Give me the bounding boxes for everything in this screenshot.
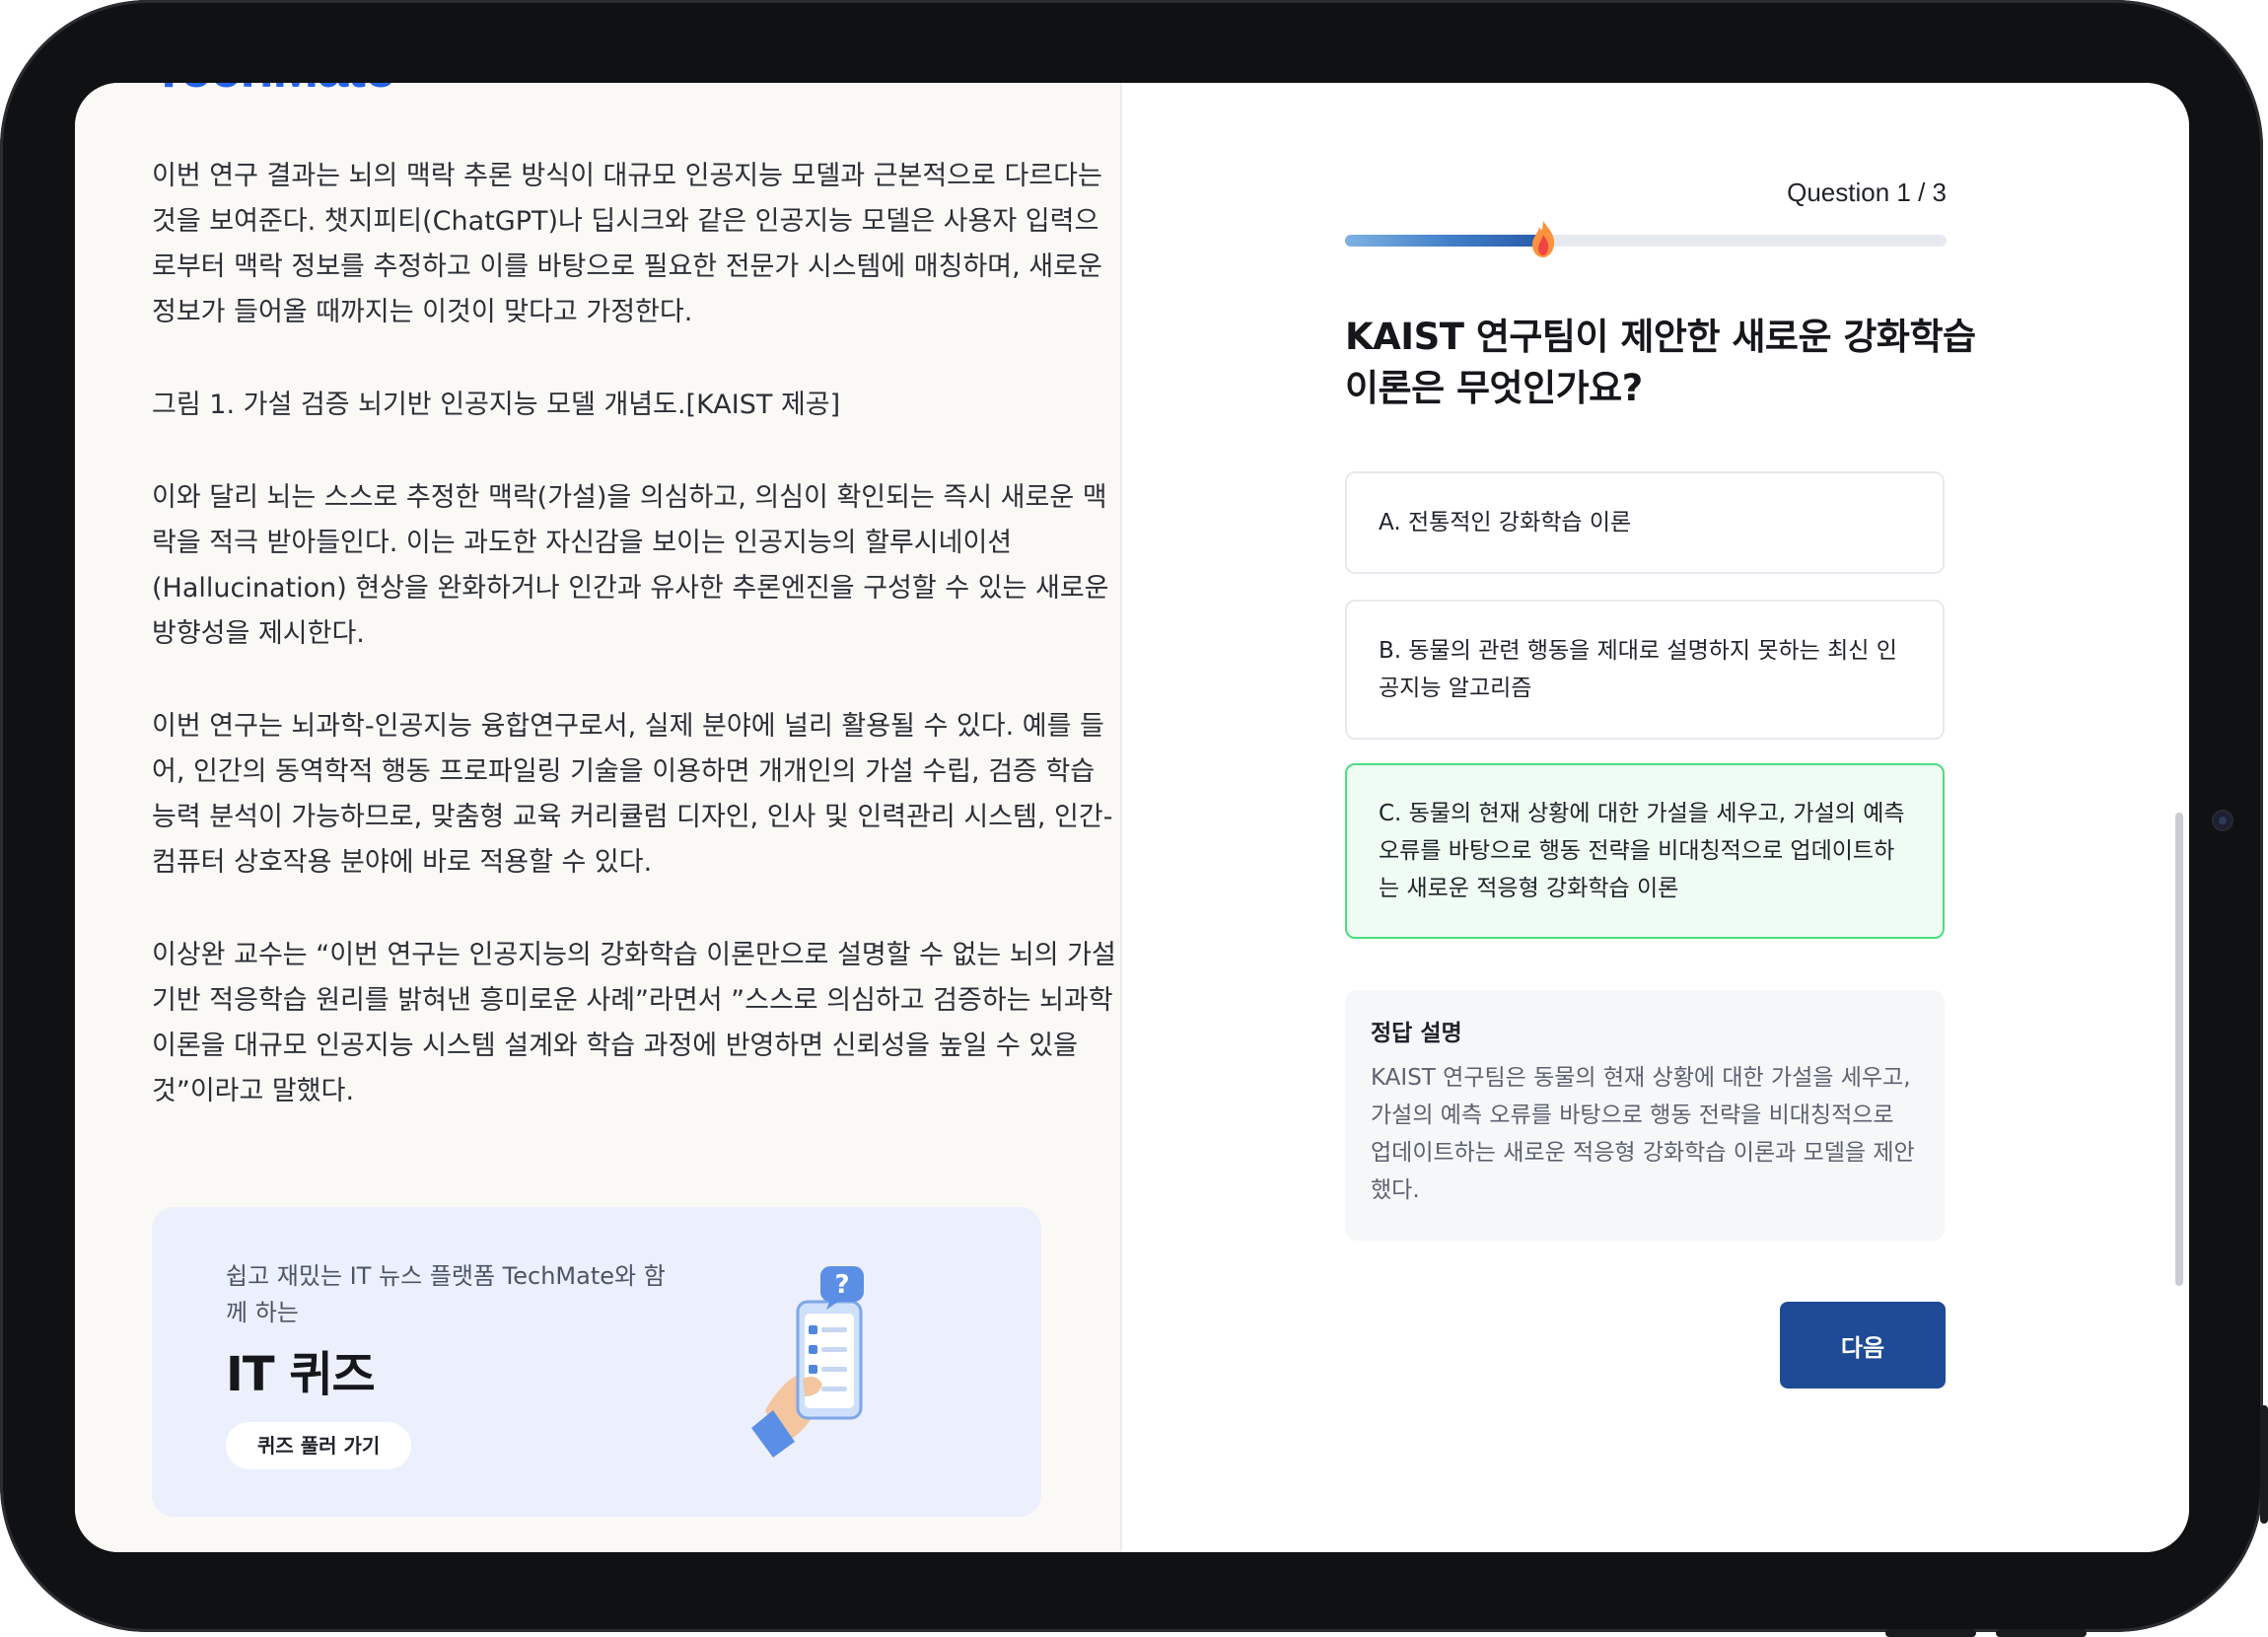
quiz-pane: Question 1 / 3 KAIST 연구팀이 제안한 새로운 강화학습 이… (1122, 83, 2189, 1552)
volume-button (1885, 1629, 1976, 1637)
answer-option-c[interactable]: C. 동물의 현재 상황에 대한 가설을 세우고, 가설의 예측 오류를 바탕으… (1345, 763, 1945, 939)
answer-explanation: 정답 설명 KAIST 연구팀은 동물의 현재 상황에 대한 가설을 세우고, … (1345, 990, 1945, 1241)
flame-icon (1532, 221, 1555, 257)
option-label: C. 동물의 현재 상황에 대한 가설을 세우고, 가설의 예측 오류를 바탕으… (1379, 801, 1905, 901)
screen: TechMate 이번 연구 결과는 뇌의 맥락 추론 방식이 대규모 인공지능… (75, 83, 2189, 1552)
progress-fill (1345, 235, 1544, 247)
article-paragraph: 이번 연구 결과는 뇌의 맥락 추론 방식이 대규모 인공지능 모델과 근본적으… (152, 161, 1102, 327)
explanation-body: KAIST 연구팀은 동물의 현재 상황에 대한 가설을 세우고, 가설의 예측… (1371, 1065, 1915, 1203)
promo-subtitle: 쉽고 재밌는 IT 뉴스 플랫폼 TechMate와 함께 하는 (226, 1262, 666, 1326)
quiz-promo-banner[interactable]: 쉽고 재밌는 IT 뉴스 플랫폼 TechMate와 함께 하는 IT 퀴즈 퀴… (152, 1207, 1041, 1517)
svg-text:?: ? (834, 1270, 849, 1300)
article-pane: TechMate 이번 연구 결과는 뇌의 맥락 추론 방식이 대규모 인공지능… (75, 83, 1122, 1552)
techmate-logo[interactable]: TechMate (152, 83, 395, 100)
volume-button (1996, 1629, 2087, 1637)
article-body: 이번 연구 결과는 뇌의 맥락 추론 방식이 대규모 인공지능 모델과 근본적으… (152, 154, 1118, 1162)
option-label: B. 동물의 관련 행동을 제대로 설명하지 못하는 최신 인공지능 알고리즘 (1379, 638, 1897, 701)
question-counter: Question 1 / 3 (1787, 178, 1947, 207)
go-to-quiz-button[interactable]: 퀴즈 풀러 가기 (226, 1422, 412, 1469)
answer-option-a[interactable]: A. 전통적인 강화학습 이론 (1345, 471, 1945, 574)
figure-caption: 그림 1. 가설 검증 뇌기반 인공지능 모델 개념도.[KAIST 제공] (152, 390, 841, 420)
answer-option-b[interactable]: B. 동물의 관련 행동을 제대로 설명하지 못하는 최신 인공지능 알고리즘 (1345, 600, 1945, 740)
quiz-progress-bar (1345, 221, 1947, 257)
question-text: KAIST 연구팀이 제안한 새로운 강화학습 이론은 무엇인가요? (1345, 316, 1976, 409)
article-paragraph: 이번 연구는 뇌과학-인공지능 융합연구로서, 실제 분야에 널리 활용될 수 … (152, 711, 1113, 878)
front-camera (2214, 812, 2232, 829)
explanation-title: 정답 설명 (1371, 1021, 1462, 1046)
side-button (2260, 1405, 2268, 1524)
phone-quiz-illustration: ? (751, 1266, 864, 1458)
scrollbar[interactable] (2175, 813, 2183, 1286)
promo-title: IT 퀴즈 (226, 1347, 376, 1402)
next-button[interactable]: 다음 (1780, 1302, 1946, 1388)
article-paragraph: 이와 달리 뇌는 스스로 추정한 맥락(가설)을 의심하고, 의심이 확인되는 … (152, 482, 1109, 649)
article-paragraph: 이상완 교수는 “이번 연구는 인공지능의 강화학습 이론만으로 설명할 수 없… (152, 940, 1116, 1106)
option-label: A. 전통적인 강화학습 이론 (1379, 510, 1632, 535)
